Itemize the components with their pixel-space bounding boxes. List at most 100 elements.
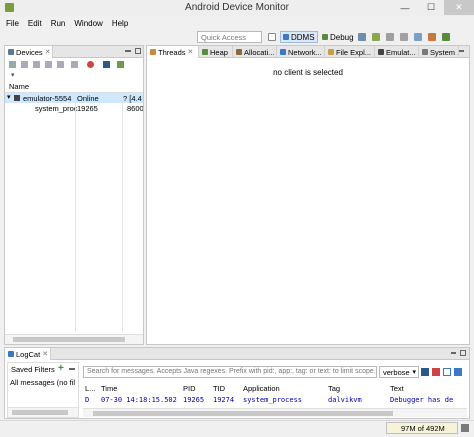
close-button[interactable]: ✕ — [444, 0, 474, 15]
log-col-text[interactable]: Text — [390, 384, 404, 393]
devices-icon — [8, 49, 14, 55]
log-col-time[interactable]: Time — [101, 384, 117, 393]
chevron-down-icon[interactable]: ▾ — [11, 71, 15, 79]
ddms-perspective-button[interactable]: DDMS — [280, 31, 318, 43]
scroll-thumb[interactable] — [12, 410, 68, 415]
logcat-panel: LogCat ✕ Saved Filters + All messages (n… — [4, 347, 470, 419]
filter-list-item[interactable]: All messages (no fil — [10, 378, 76, 388]
tab-file-explorer[interactable]: File Expl... — [325, 46, 375, 58]
scroll-thumb[interactable] — [13, 337, 125, 342]
menu-file[interactable]: File — [6, 19, 19, 28]
emulator-tab-label: Emulat... — [386, 47, 416, 57]
log-h-scrollbar[interactable] — [83, 408, 467, 417]
toolbar-icon-7[interactable] — [442, 33, 450, 41]
toolbar-icon-6[interactable] — [428, 33, 436, 41]
toolbar-icon-5[interactable] — [414, 33, 422, 41]
log-level-select[interactable]: verbose ▾ — [379, 366, 419, 378]
tab-logcat[interactable]: LogCat ✕ — [5, 348, 51, 360]
process-pid: 19265 — [77, 104, 98, 113]
tab-devices[interactable]: Devices ✕ — [5, 46, 53, 58]
toolbar-icon-4[interactable] — [400, 33, 408, 41]
saved-filters-label: Saved Filters — [11, 365, 55, 374]
maximize-view-icon[interactable] — [135, 48, 141, 54]
devices-toolbar: ▾ — [7, 60, 141, 80]
update-threads-icon[interactable] — [57, 61, 64, 68]
chevron-down-icon[interactable]: ▾ — [7, 93, 11, 101]
log-row[interactable]: D 07-30 14:18:15.502 19265 19274 system_… — [83, 395, 467, 405]
dump-view-hierarchy-icon[interactable] — [117, 61, 124, 68]
emulator-icon — [378, 49, 384, 55]
maximize-button[interactable]: ☐ — [418, 0, 444, 15]
client-tabstrip: Threads ✕ Heap Allocati... Network... Fi… — [147, 46, 469, 58]
tab-network[interactable]: Network... — [277, 46, 325, 58]
quick-access-input[interactable]: Quick Access — [197, 31, 262, 43]
stop-process-icon[interactable] — [87, 61, 94, 68]
tab-threads[interactable]: Threads ✕ — [147, 46, 199, 58]
heap-status-label: 97M of 492M — [401, 424, 445, 433]
heap-status[interactable]: 97M of 492M — [386, 422, 458, 434]
minimize-view-icon[interactable] — [125, 50, 131, 52]
cause-gc-icon[interactable] — [45, 61, 52, 68]
dump-hprof-icon[interactable] — [33, 61, 40, 68]
tab-heap[interactable]: Heap — [199, 46, 233, 58]
log-col-tid[interactable]: TID — [213, 384, 225, 393]
devices-h-scrollbar[interactable] — [5, 334, 143, 344]
tab-allocation[interactable]: Allocati... — [233, 46, 277, 58]
debug-process-icon[interactable] — [9, 61, 16, 68]
column-divider — [75, 92, 76, 332]
system-icon — [422, 49, 428, 55]
no-client-message: no client is selected — [273, 68, 343, 77]
gc-icon[interactable] — [461, 424, 469, 432]
system-tab-label: System ... — [430, 47, 458, 57]
toolbar-icon-3[interactable] — [386, 33, 394, 41]
debug-perspective-button[interactable]: Debug — [320, 31, 356, 43]
close-icon[interactable]: ✕ — [188, 48, 194, 56]
maximize-view-icon[interactable] — [460, 350, 466, 356]
devices-name-header[interactable]: Name — [9, 82, 29, 91]
menu-window[interactable]: Window — [74, 19, 102, 28]
close-icon[interactable]: ✕ — [42, 350, 48, 358]
log-col-application[interactable]: Application — [243, 384, 280, 393]
log-app: system_process — [243, 396, 303, 404]
update-heap-icon[interactable] — [21, 61, 28, 68]
minimize-button[interactable]: — — [392, 0, 418, 15]
minimize-view-icon[interactable] — [459, 50, 464, 52]
log-col-pid[interactable]: PID — [183, 384, 196, 393]
toolbar-icon-2[interactable] — [372, 33, 380, 41]
logcat-tabstrip: LogCat ✕ — [5, 348, 469, 360]
open-perspective-icon[interactable] — [268, 33, 276, 41]
devices-tabstrip: Devices ✕ — [5, 46, 143, 58]
scroll-thumb[interactable] — [93, 411, 393, 416]
log-tid: 19274 — [213, 396, 235, 404]
menu-help[interactable]: Help — [112, 19, 128, 28]
filters-h-scrollbar[interactable] — [8, 407, 78, 417]
process-port: 8600 — [127, 104, 143, 113]
log-col-tag[interactable]: Tag — [328, 384, 340, 393]
menu-run[interactable]: Run — [51, 19, 66, 28]
method-profiling-icon[interactable] — [71, 61, 78, 68]
add-filter-icon[interactable]: + — [58, 363, 64, 374]
screen-capture-icon[interactable] — [103, 61, 110, 68]
heap-icon — [202, 49, 208, 55]
menu-edit[interactable]: Edit — [28, 19, 42, 28]
save-log-icon[interactable] — [421, 368, 429, 376]
minimize-view-icon[interactable] — [451, 352, 456, 354]
tab-system[interactable]: System ... — [419, 46, 459, 58]
device-api: ? [4.4 — [123, 94, 142, 103]
devices-panel: Devices ✕ ▾ Name ▾ emulator-5554 Online … — [4, 45, 144, 345]
clear-log-icon[interactable] — [432, 368, 440, 376]
remove-filter-icon[interactable] — [69, 368, 75, 370]
logcat-icon — [8, 351, 14, 357]
log-col-level[interactable]: L... — [85, 384, 95, 393]
column-divider — [122, 92, 123, 332]
tab-emulator[interactable]: Emulat... — [375, 46, 419, 58]
logcat-search-input[interactable]: Search for messages. Accepts Java regexe… — [83, 366, 377, 378]
toolbar-icon-1[interactable] — [358, 33, 366, 41]
toggle-filters-icon[interactable] — [443, 368, 451, 376]
close-icon[interactable]: ✕ — [45, 48, 51, 56]
scroll-lock-icon[interactable] — [454, 368, 462, 376]
log-level: D — [85, 396, 90, 404]
threads-tab-label: Threads — [158, 47, 186, 57]
allocation-icon — [236, 49, 242, 55]
log-time: 07-30 14:18:15.502 — [101, 396, 177, 404]
